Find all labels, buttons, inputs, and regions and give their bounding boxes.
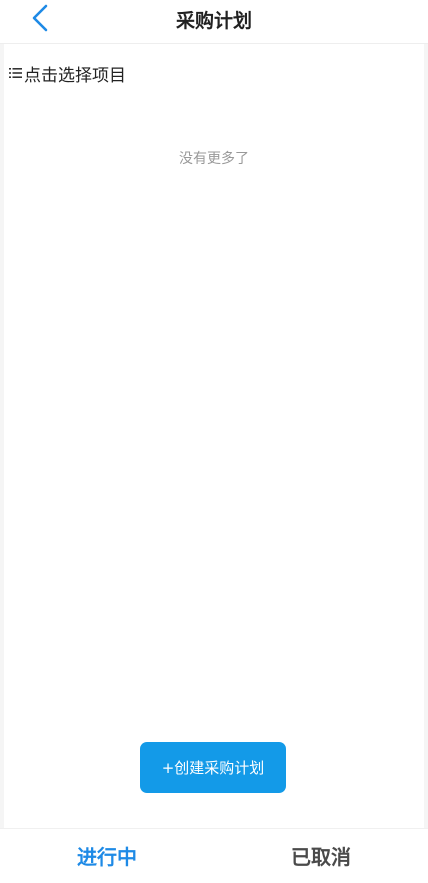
tab-cancelled[interactable]: 已取消 bbox=[214, 829, 428, 883]
no-more-text: 没有更多了 bbox=[179, 151, 249, 167]
project-selector-label: 点击选择项目 bbox=[24, 65, 126, 86]
bottom-tab-bar: 进行中 已取消 bbox=[0, 828, 428, 883]
navigation-bar: 采购计划 bbox=[0, 0, 428, 44]
create-purchase-plan-button[interactable]: +创建采购计划 bbox=[140, 742, 286, 793]
left-edge bbox=[0, 0, 4, 883]
project-selector[interactable]: 点击选择项目 bbox=[9, 61, 126, 86]
right-edge bbox=[424, 0, 428, 883]
tab-in-progress[interactable]: 进行中 bbox=[0, 829, 214, 883]
list-icon bbox=[9, 67, 22, 79]
purchase-plan-page: 采购计划 点击选择项目 没有更多了 +创建采购计划 进行中 已取消 bbox=[0, 0, 428, 883]
page-title: 采购计划 bbox=[175, 10, 252, 32]
